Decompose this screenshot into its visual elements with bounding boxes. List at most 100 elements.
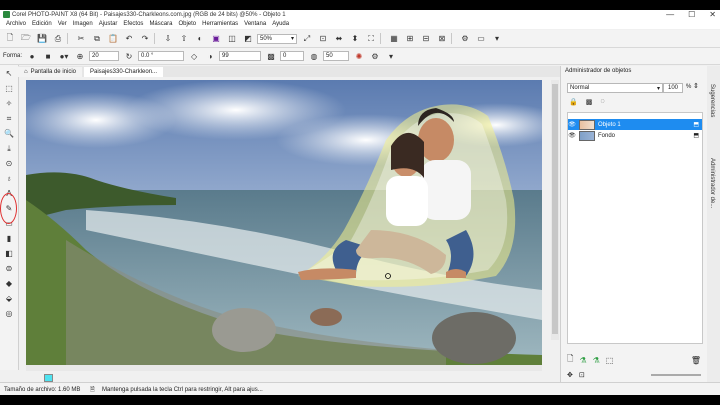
round-brush-icon[interactable]: ● bbox=[26, 50, 38, 62]
transparency-tool-icon[interactable]: ◎ bbox=[0, 307, 18, 320]
palette-swatch[interactable] bbox=[44, 374, 53, 382]
import-icon[interactable]: ⇩ bbox=[162, 33, 174, 45]
feather-icon[interactable]: ▩ bbox=[265, 50, 277, 62]
menu-ajustar[interactable]: Ajustar bbox=[99, 21, 118, 27]
eraser-tool-icon[interactable]: ▮ bbox=[0, 232, 18, 245]
tab-document[interactable]: Paisajes330-Charkleon... bbox=[84, 67, 164, 77]
chevron-down-icon[interactable]: ▾ bbox=[491, 33, 503, 45]
menu-ayuda[interactable]: Ayuda bbox=[272, 21, 289, 27]
mask-overlay-icon[interactable]: ◩ bbox=[242, 33, 254, 45]
magic-wand-icon[interactable]: ✧ bbox=[0, 97, 18, 110]
mask-transform-icon[interactable]: ⬚ bbox=[0, 82, 18, 95]
new-lens-icon[interactable]: ⚗ bbox=[579, 356, 586, 365]
rotation-icon[interactable]: ↻ bbox=[123, 50, 135, 62]
minimize-button[interactable]: — bbox=[666, 10, 674, 19]
zoom-100-icon[interactable]: ⊡ bbox=[317, 33, 329, 45]
layer-row-objeto-1[interactable]: 👁 Objeto 1 ⬒ bbox=[568, 119, 702, 130]
zoom-level-select[interactable]: 50% ▾ bbox=[257, 33, 297, 44]
fill-tool-icon[interactable]: ◆ bbox=[0, 277, 18, 290]
export-icon[interactable]: ⇧ bbox=[178, 33, 190, 45]
brush-size-field[interactable]: 20 bbox=[89, 51, 120, 61]
zoom-fit-icon[interactable]: ⤢ bbox=[301, 33, 313, 45]
opacity-field[interactable]: 100 bbox=[663, 83, 683, 93]
frame-icon[interactable]: ⊡ bbox=[579, 371, 585, 379]
scroll-thumb[interactable] bbox=[552, 84, 558, 334]
menu-imagen[interactable]: Imagen bbox=[73, 21, 93, 27]
maximize-button[interactable]: ☐ bbox=[688, 10, 695, 19]
menu-ventana[interactable]: Ventana bbox=[244, 21, 266, 27]
vertical-scrollbar[interactable] bbox=[551, 80, 559, 340]
menu-efectos[interactable]: Efectos bbox=[123, 21, 143, 27]
clip-mask-icon[interactable]: ⬚ bbox=[606, 356, 614, 365]
brush-shape-select-icon[interactable]: ●▾ bbox=[58, 50, 70, 62]
rulers-icon[interactable]: ⊟ bbox=[420, 33, 432, 45]
close-button[interactable]: ✕ bbox=[709, 10, 716, 19]
grid-icon[interactable]: ▦ bbox=[388, 33, 400, 45]
menu-objeto[interactable]: Objeto bbox=[178, 21, 196, 27]
menu-archivo[interactable]: Archivo bbox=[6, 21, 26, 27]
transparency-field[interactable]: 50 bbox=[323, 51, 350, 61]
side-tab-administrador[interactable]: Administrador de... bbox=[709, 158, 715, 208]
undo-icon[interactable]: ↶ bbox=[123, 33, 135, 45]
crop-tool-icon[interactable]: ⌗ bbox=[0, 112, 18, 125]
new-object-icon[interactable]: 🗋 bbox=[567, 353, 573, 367]
horizontal-scrollbar[interactable] bbox=[26, 365, 542, 371]
menu-ver[interactable]: Ver bbox=[58, 21, 67, 27]
menu-edicion[interactable]: Edición bbox=[32, 21, 52, 27]
effect-tool-icon[interactable]: ◧ bbox=[0, 247, 18, 260]
redo-icon[interactable]: ↷ bbox=[139, 33, 151, 45]
open-folder-icon[interactable]: 🗁 bbox=[20, 33, 32, 45]
delete-icon[interactable]: 🗑 bbox=[691, 356, 701, 365]
lock-pixels-icon[interactable]: ◌ bbox=[600, 98, 604, 106]
zoom-slider[interactable] bbox=[651, 374, 701, 376]
guidelines-icon[interactable]: ⊞ bbox=[404, 33, 416, 45]
brush-tool-icon[interactable]: ♁ bbox=[0, 172, 18, 185]
interactive-fill-icon[interactable]: ⬙ bbox=[0, 292, 18, 305]
rotation-field[interactable]: 0.0 ° bbox=[138, 51, 185, 61]
save-icon[interactable]: 💾 bbox=[36, 33, 48, 45]
lock-icon[interactable]: 🔒 bbox=[569, 98, 578, 106]
brush-size-icon[interactable]: ⊕ bbox=[74, 50, 86, 62]
menu-herramientas[interactable]: Herramientas bbox=[202, 21, 238, 27]
brush-mode-icon[interactable]: ✺ bbox=[353, 50, 365, 62]
copy-icon[interactable]: ⧉ bbox=[91, 33, 103, 45]
move-icon[interactable]: ✥ bbox=[567, 371, 573, 379]
combine-icon[interactable]: ⚗ bbox=[593, 356, 600, 365]
transparency-step-icon[interactable]: ◍ bbox=[308, 50, 320, 62]
stepper-icon[interactable]: ⇕ bbox=[693, 82, 699, 90]
tab-home[interactable]: ⌂ Pantalla de inicio bbox=[18, 67, 82, 77]
feather-field[interactable]: 0 bbox=[280, 51, 305, 61]
pick-tool-icon[interactable]: ↖ bbox=[0, 67, 18, 80]
zoom-height-icon[interactable]: ⬍ bbox=[349, 33, 361, 45]
layer-row-fondo[interactable]: 👁 Fondo ⬒ bbox=[568, 130, 702, 141]
image-canvas[interactable] bbox=[26, 80, 542, 365]
red-eye-icon[interactable]: ⊙ bbox=[0, 157, 18, 170]
flatten-icon[interactable]: ◇ bbox=[188, 50, 200, 62]
cut-icon[interactable]: ✂ bbox=[75, 33, 87, 45]
menu-mascara[interactable]: Máscara bbox=[149, 21, 172, 27]
corel-connect-icon[interactable]: ◐ bbox=[194, 33, 206, 45]
layer-options-icon[interactable]: ⬒ bbox=[693, 121, 699, 128]
visibility-eye-icon[interactable]: 👁 bbox=[568, 132, 576, 139]
transparency-icon[interactable]: ◑ bbox=[204, 50, 216, 62]
visibility-eye-icon[interactable]: 👁 bbox=[568, 121, 576, 128]
chevron-down-icon[interactable]: ▾ bbox=[385, 50, 397, 62]
zoom-tool-icon[interactable]: 🔍 bbox=[0, 127, 18, 140]
square-brush-icon[interactable]: ■ bbox=[42, 50, 54, 62]
fullscreen-icon[interactable]: ⛶ bbox=[365, 33, 377, 45]
opacity-field[interactable]: 99 bbox=[219, 51, 262, 61]
paste-icon[interactable]: 📋 bbox=[107, 33, 119, 45]
zoom-width-icon[interactable]: ⬌ bbox=[333, 33, 345, 45]
snap-icon[interactable]: ⊠ bbox=[436, 33, 448, 45]
mask-icon[interactable]: ▣ bbox=[210, 33, 222, 45]
new-document-icon[interactable]: 🗋 bbox=[4, 33, 16, 45]
layer-options-icon[interactable]: ⬒ bbox=[693, 132, 699, 139]
side-tab-sugerencias[interactable]: Sugerencias bbox=[709, 84, 715, 117]
clone-tool-icon[interactable]: ⊜ bbox=[0, 262, 18, 275]
blend-mode-select[interactable]: Normal ▾ bbox=[567, 83, 663, 93]
options-gear-icon[interactable]: ⚙ bbox=[459, 33, 471, 45]
object-picker-icon[interactable]: ◫ bbox=[226, 33, 238, 45]
lock-transparency-icon[interactable]: ▩ bbox=[586, 98, 593, 106]
settings-icon[interactable]: ⚙ bbox=[369, 50, 381, 62]
print-icon[interactable]: ⎙ bbox=[52, 33, 64, 45]
